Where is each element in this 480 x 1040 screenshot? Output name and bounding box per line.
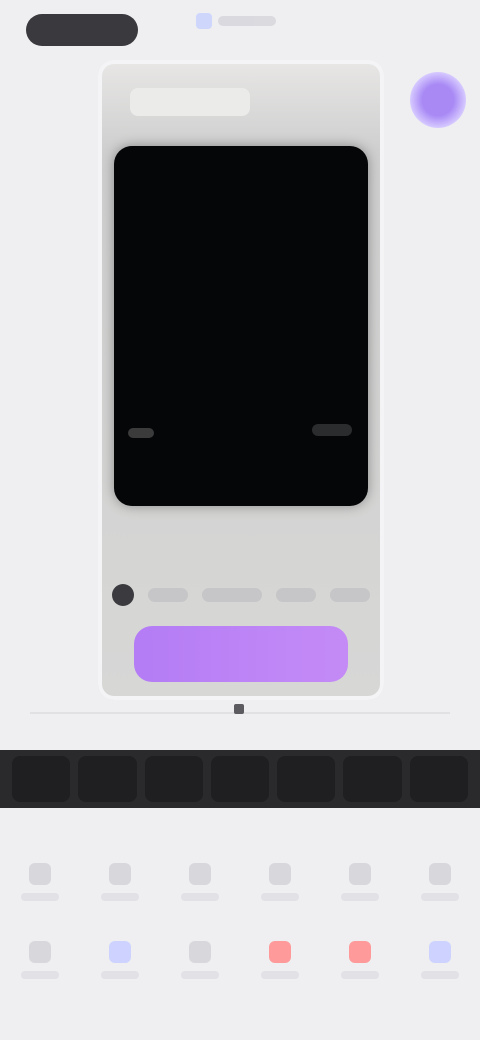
phone-top-bar [130, 88, 250, 116]
tool-label [341, 971, 379, 979]
tool-tile[interactable] [250, 852, 310, 912]
phone-keys-row [112, 570, 370, 620]
tool-tile[interactable] [10, 930, 70, 990]
avatar-icon[interactable] [410, 72, 466, 128]
tool-grid-row-2 [0, 930, 480, 990]
tool-label [421, 971, 459, 979]
key-dark-icon [112, 584, 134, 606]
primary-cta-button[interactable] [134, 626, 348, 682]
top-chip[interactable] [196, 12, 282, 30]
chip-label [218, 16, 276, 26]
tool-tile[interactable] [10, 852, 70, 912]
tool-tile[interactable] [410, 930, 470, 990]
thumbnail[interactable] [409, 756, 468, 802]
position-marker [234, 704, 244, 714]
phone-preview [98, 60, 384, 700]
tool-label [21, 971, 59, 979]
tool-label [341, 893, 379, 901]
tool-icon [29, 941, 51, 963]
tool-tile[interactable] [90, 930, 150, 990]
tool-label [181, 971, 219, 979]
thumbnail[interactable] [144, 756, 203, 802]
tool-icon [189, 863, 211, 885]
key [330, 588, 370, 602]
tool-icon [109, 941, 131, 963]
tool-label [261, 893, 299, 901]
thumbnail[interactable] [78, 756, 137, 802]
tool-icon [109, 863, 131, 885]
tool-icon [189, 941, 211, 963]
tool-tile[interactable] [250, 930, 310, 990]
tool-label [21, 893, 59, 901]
tool-label [421, 893, 459, 901]
tool-tile[interactable] [90, 852, 150, 912]
tool-tile[interactable] [330, 930, 390, 990]
screen-glint-right [312, 424, 352, 436]
tool-icon [269, 941, 291, 963]
thumbnail[interactable] [12, 756, 71, 802]
key [202, 588, 262, 602]
film-strip[interactable] [0, 750, 480, 808]
tool-label [101, 971, 139, 979]
tool-icon [429, 941, 451, 963]
tool-icon [349, 863, 371, 885]
key [276, 588, 316, 602]
tool-label [181, 893, 219, 901]
key [148, 588, 188, 602]
tool-tile[interactable] [330, 852, 390, 912]
tool-tile[interactable] [170, 930, 230, 990]
tool-icon [349, 941, 371, 963]
tool-icon [29, 863, 51, 885]
tool-icon [269, 863, 291, 885]
tool-grid-row-1 [0, 852, 480, 912]
top-pill[interactable] [26, 14, 138, 46]
tool-label [101, 893, 139, 901]
thumbnail[interactable] [210, 756, 270, 802]
tool-icon [429, 863, 451, 885]
phone-screen [114, 146, 368, 506]
tool-label [261, 971, 299, 979]
thumbnail[interactable] [343, 756, 402, 802]
tool-tile[interactable] [170, 852, 230, 912]
screen-glint-left [128, 428, 154, 438]
app-icon [196, 13, 212, 29]
thumbnail[interactable] [277, 756, 336, 802]
tool-tile[interactable] [410, 852, 470, 912]
